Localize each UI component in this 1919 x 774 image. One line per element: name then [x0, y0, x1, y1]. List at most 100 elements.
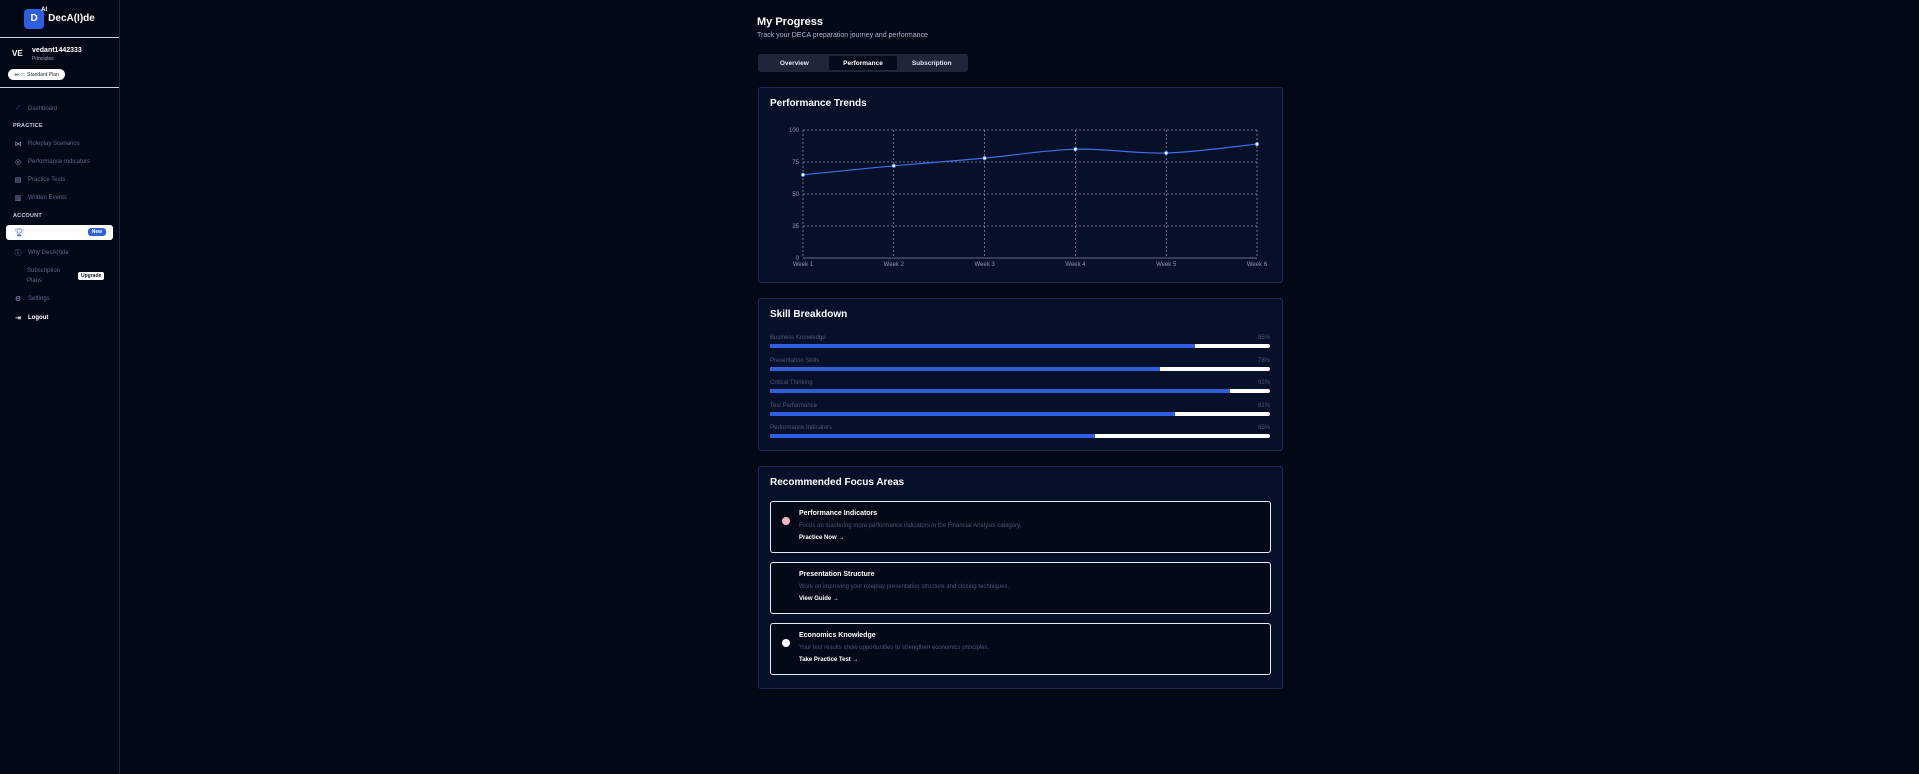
sidebar-item-label: Practice Tests	[28, 177, 66, 183]
tab-performance[interactable]: Performance	[828, 56, 898, 70]
logo-letter: D	[30, 13, 38, 24]
focus-description: Focus on mastering more performance indi…	[799, 523, 1022, 529]
skill-label: Presentation Skills	[770, 357, 820, 364]
data-point	[1254, 141, 1260, 147]
focus-title: Economics Knowledge	[799, 632, 876, 639]
skill-label: Test Performance	[770, 402, 818, 409]
data-point	[800, 172, 806, 177]
sidebar-item-why[interactable]: ⓘ Why DecA(I)de	[14, 248, 69, 258]
avatar: VE	[12, 49, 23, 58]
skill-progress-bar	[770, 411, 1270, 416]
sidebar-item-label: Subscription	[27, 268, 61, 274]
chart-line-icon: ⟋	[15, 105, 21, 112]
skill-progress-bar	[770, 434, 1270, 438]
y-tick-label: 75	[792, 160, 799, 166]
target-icon: ◎	[14, 159, 22, 166]
skill-label: Critical Thinking	[770, 380, 813, 386]
plan-dots: ●●○○○	[14, 71, 25, 78]
section-account: ACCOUNT	[13, 213, 42, 219]
plan-label: Standard Plan	[27, 71, 59, 78]
skill-progress-bar	[770, 344, 1270, 348]
skill-progress-fill	[770, 434, 1095, 438]
performance-trends-chart: 0255075100Week 1 Week 2 Week 3 Week 4 Week 5…	[789, 128, 1268, 268]
tab-overview[interactable]: Overview	[760, 56, 829, 70]
skill-progress-fill	[770, 366, 1160, 371]
gear-icon: ⚙	[14, 296, 22, 303]
brand[interactable]: D AI DecA(I)de	[0, 0, 119, 38]
skill-label: Business Knowledge	[770, 335, 826, 341]
sidebar-item-label: Written Events	[28, 195, 67, 201]
focus-description: Your test results show opportunities to …	[799, 645, 990, 651]
sidebar-item-label: Settings	[28, 296, 50, 302]
x-tick-label: Week 6	[1247, 262, 1268, 268]
skill-percent: 92%	[1257, 380, 1270, 386]
x-tick-label: Week 3	[974, 262, 995, 268]
user-role: Principles	[32, 56, 54, 62]
new-badge: New	[87, 228, 106, 236]
data-point	[1164, 150, 1169, 156]
performance-trends-card: Performance Trends 0 25 50 75 100 Week 1 Week …	[758, 87, 1283, 283]
skill-progress-fill	[770, 344, 1195, 348]
page-title: My Progress	[757, 16, 824, 28]
sidebar: D AI DecA(I)de VE vedant1442333 Principl…	[0, 0, 120, 774]
focus-icon	[782, 517, 790, 525]
skill-progress-fill	[770, 389, 1230, 393]
focus-action-link[interactable]: View Guide →	[799, 596, 839, 602]
sidebar-item-written-events[interactable]: ▥ Written Events	[14, 194, 67, 202]
x-tick-label: Week 4	[1065, 262, 1086, 268]
focus-icon	[782, 578, 790, 586]
x-tick-label: Week 2	[884, 262, 905, 268]
sidebar-item-performance-indicators[interactable]: ◎ Performance Indicators	[14, 158, 90, 166]
y-tick-label: 25	[792, 224, 799, 230]
sidebar-item-subscription[interactable]: Subscription Plans	[14, 266, 60, 286]
data-point	[891, 163, 896, 169]
skill-percent: 85%	[1257, 335, 1270, 341]
focus-areas-card: Recommended Focus Areas Performance Indi…	[758, 466, 1283, 689]
tab-subscription[interactable]: Subscription	[897, 56, 966, 70]
upgrade-badge[interactable]: Upgrade	[78, 272, 105, 280]
series-line	[802, 143, 1258, 176]
sidebar-item-label: Performance Indicators	[28, 159, 91, 165]
dumbbell-icon: ⋈	[14, 141, 22, 148]
sidebar-item-roleplay[interactable]: ⋈ Roleplay Scenarios	[14, 140, 80, 148]
sidebar-item-label-2: Plans	[27, 278, 43, 284]
card-title: Recommended Focus Areas	[770, 477, 905, 488]
skill-percent: 65%	[1257, 425, 1270, 431]
skill-breakdown-card: Skill Breakdown Business Knowledge 85% Pre…	[758, 298, 1283, 451]
focus-item[interactable]: Presentation Structure Work on improving …	[770, 562, 1271, 614]
user-name: vedant1442333	[32, 47, 82, 54]
logo-sup: AI	[41, 6, 48, 13]
sidebar-item-dashboard[interactable]: ⟋ Dashboard	[14, 105, 58, 113]
focus-description: Work on improving your roleplay presenta…	[799, 584, 1009, 590]
x-tick-label: Week 1	[793, 262, 814, 268]
sidebar-item-label: Roleplay Scenarios	[28, 141, 80, 147]
logout-button[interactable]: ⇥ Logout	[14, 314, 48, 322]
focus-action-link[interactable]: Practice Now →	[799, 535, 844, 541]
document-icon: ▥	[14, 195, 22, 202]
info-icon: ⓘ	[14, 250, 22, 257]
trophy-icon: 🏆︎	[14, 228, 25, 237]
focus-title: Performance Indicators	[799, 510, 878, 517]
skill-label: Performance Indicators	[770, 425, 833, 431]
card-title: Skill Breakdown	[770, 309, 848, 320]
x-tick-label: Week 5	[1156, 262, 1177, 268]
skill-progress-bar	[770, 389, 1270, 393]
sidebar-item-settings[interactable]: ⚙ Settings	[14, 295, 50, 303]
focus-item[interactable]: Economics Knowledge Your test results sho…	[770, 623, 1271, 675]
skill-percent: 81%	[1257, 402, 1270, 409]
sidebar-item-label: Logout	[28, 315, 49, 321]
page-subtitle: Track your DECA preparation journey and …	[757, 32, 928, 39]
sidebar-item-practice-tests[interactable]: ▤ Practice Tests	[14, 176, 66, 184]
data-point	[1073, 147, 1078, 152]
data-point	[982, 155, 987, 161]
focus-action-link[interactable]: Take Practice Test →	[799, 657, 858, 663]
user-profile[interactable]: VE vedant1442333 Principles ●●○○○ Standa…	[0, 38, 119, 88]
logo-icon: D AI	[24, 6, 48, 29]
skill-progress-fill	[770, 411, 1175, 416]
sidebar-item-label: Dashboard	[28, 106, 58, 112]
sidebar-item-progress[interactable]: 🏆︎ New	[6, 225, 113, 240]
skill-percent: 78%	[1257, 357, 1270, 364]
focus-icon	[782, 639, 790, 647]
clipboard-icon: ▤	[14, 177, 22, 184]
focus-item[interactable]: Performance Indicators Focus on mastering…	[770, 501, 1271, 553]
